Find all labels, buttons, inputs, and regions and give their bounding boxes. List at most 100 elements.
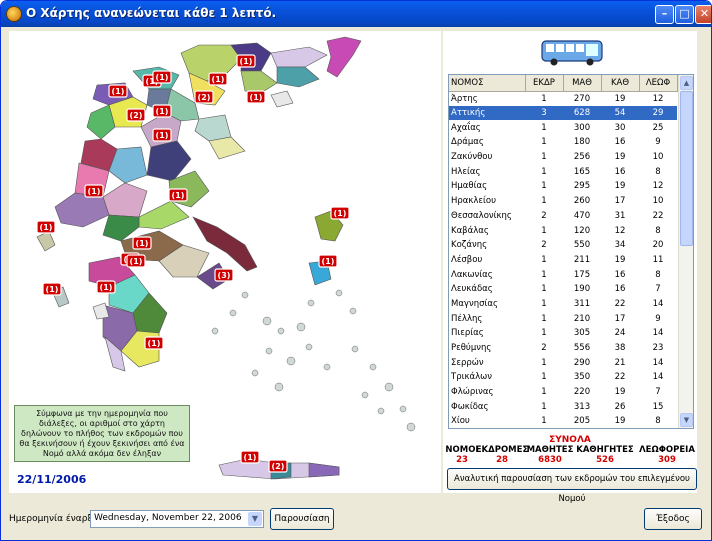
trip-count-badge[interactable]: (1) [168,188,188,202]
table-cell: 20 [652,240,664,251]
table-cell: Λέσβου [451,254,483,265]
grid-column-header[interactable]: ΕΚΔΡ [525,75,564,92]
scroll-up-arrow-icon[interactable]: ▲ [680,76,693,90]
total-label: ΕΚΔΡΟΜΕΣ [475,445,529,455]
table-cell: 29 [639,105,677,121]
prefecture-grid[interactable]: ΝΟΜΟΣ ΕΚΔΡ ΜΑΘ ΚΑΘ ΛΕΩΦ Άρτης 1 270 19 12 Αττικής… [448,74,694,429]
table-row[interactable]: Μαγνησίας 1 311 22 14 [449,297,677,312]
table-cell: Φωκίδας [451,401,489,412]
table-cell: Αττικής [449,105,525,121]
table-row[interactable]: Αττικής 3 628 54 29 [449,105,677,121]
table-cell: Λευκάδας [451,284,493,295]
table-row[interactable]: Πιερίας 1 305 24 14 [449,326,677,341]
table-cell: 12 [652,181,664,192]
trip-count-badge[interactable]: (1) [152,70,172,84]
table-cell: Πιερίας [451,328,484,339]
grid-column-header[interactable]: ΝΟΜΟΣ [449,75,526,92]
trip-count-badge[interactable]: (1) [330,206,350,220]
table-cell: 19 [614,152,626,163]
svg-text:(1): (1) [130,257,143,266]
trip-count-badge[interactable]: (1) [152,104,172,118]
total-label: ΚΑΘΗΓΗΤΕΣ [576,445,634,455]
table-row[interactable]: Λευκάδας 1 190 16 7 [449,282,677,297]
table-row[interactable]: Καβάλας 1 120 12 8 [449,223,677,238]
table-row[interactable]: Κοζάνης 2 550 34 20 [449,238,677,253]
scroll-thumb[interactable] [680,91,693,246]
grid-column-header[interactable]: ΛΕΩΦ [639,75,678,92]
table-cell: 14 [652,357,664,368]
table-row[interactable]: Λέσβου 1 211 19 11 [449,253,677,268]
table-cell: 270 [573,93,591,104]
table-cell: 1 [541,225,547,236]
trip-count-badge[interactable]: (1) [208,72,228,86]
show-button[interactable]: Παρουσίαση [270,508,334,530]
table-row[interactable]: Ζακύνθου 1 256 19 10 [449,150,677,165]
table-cell: 14 [652,372,664,383]
trip-count-badge[interactable]: (1) [246,90,266,104]
table-row[interactable]: Δράμας 1 180 16 9 [449,135,677,150]
table-row[interactable]: Χίου 1 205 19 8 [449,414,677,428]
table-cell: 26 [614,401,626,412]
start-date-picker[interactable]: Wednesday, November 22, 2006 ▼ [90,510,264,528]
grid-column-header[interactable]: ΚΑΘ [601,75,640,92]
totals-title: ΣΥΝΟΛΑ [549,435,591,445]
title-bar[interactable]: Ο Χάρτης ανανεώνεται κάθε 1 λεπτό. – □ ✕ [1,1,711,27]
table-row[interactable]: Αχαΐας 1 300 30 25 [449,120,677,135]
scroll-down-arrow-icon[interactable]: ▼ [680,413,693,427]
map-legend: Σύμφωνα με την ημερομηνία που διάλεξες, … [14,405,190,462]
table-row[interactable]: Άρτης 1 270 19 12 [449,91,677,106]
table-row[interactable]: Ημαθίας 1 295 19 12 [449,179,677,194]
table-cell: 19 [614,387,626,398]
table-row[interactable]: Φλώρινας 1 220 19 7 [449,385,677,400]
grid-column-header[interactable]: ΜΑΘ [563,75,602,92]
detail-presentation-button[interactable]: Αναλυτική παρουσίαση των εκδρομών του επ… [447,468,697,504]
minimize-button[interactable]: – [655,5,674,24]
trip-count-badge[interactable]: (3) [214,268,234,282]
selected-date-label: 22/11/2006 [17,473,87,486]
table-row[interactable]: Ηλείας 1 165 16 8 [449,164,677,179]
table-row[interactable]: Ηρακλείου 1 260 17 10 [449,194,677,209]
trip-count-badge[interactable]: (2) [268,459,288,473]
trip-count-badge[interactable]: (2) [126,108,146,122]
table-cell: 260 [573,196,591,207]
trip-count-badge[interactable]: (1) [144,336,164,350]
map-panel: (1) (1) (1) (1) (2) (1) (2) (1) (1) (1) (1) (1) (1) (… [9,31,441,493]
trip-count-badge[interactable]: (1) [42,282,62,296]
trip-count-badge[interactable]: (1) [132,236,152,250]
table-row[interactable]: Φωκίδας 1 313 26 15 [449,399,677,414]
table-cell: 10 [652,152,664,163]
trip-count-badge[interactable]: (1) [236,54,256,68]
table-row[interactable]: Θεσσαλονίκης 2 470 31 22 [449,209,677,224]
table-row[interactable]: Σερρών 1 290 21 14 [449,355,677,370]
exit-button[interactable]: Έξοδος [644,508,702,530]
table-cell: 210 [573,313,591,324]
table-row[interactable]: Πέλλης 1 210 17 9 [449,311,677,326]
table-cell: 300 [573,122,591,133]
close-button[interactable]: ✕ [695,5,711,24]
svg-text:(1): (1) [112,87,125,96]
dropdown-arrow-icon[interactable]: ▼ [248,512,262,526]
table-row[interactable]: Τρικάλων 1 350 22 14 [449,370,677,385]
trip-count-badge[interactable]: (1) [84,184,104,198]
svg-text:(1): (1) [250,93,263,102]
trip-count-badge[interactable]: (1) [36,220,56,234]
table-cell: Θεσσαλονίκης [451,210,512,221]
table-cell: 16 [614,137,626,148]
maximize-button[interactable]: □ [675,5,694,24]
table-row[interactable]: Ρεθύμνης 2 556 38 23 [449,341,677,356]
trip-count-badge[interactable]: (1) [126,254,146,268]
grid-vertical-scrollbar[interactable]: ▲ ▼ [678,75,693,428]
table-cell: 16 [614,166,626,177]
trip-count-badge[interactable]: (1) [96,280,116,294]
table-cell: 22 [652,210,664,221]
table-cell: 1 [541,313,547,324]
table-cell: 1 [541,181,547,192]
trip-count-badge[interactable]: (1) [240,450,260,464]
trip-count-badge[interactable]: (2) [194,90,214,104]
trip-count-badge[interactable]: (1) [318,254,338,268]
trip-count-badge[interactable]: (1) [152,128,172,142]
table-row[interactable]: Λακωνίας 1 175 16 8 [449,267,677,282]
svg-text:(1): (1) [244,453,257,462]
trip-count-badge[interactable]: (1) [108,84,128,98]
table-cell: 7 [655,284,661,295]
